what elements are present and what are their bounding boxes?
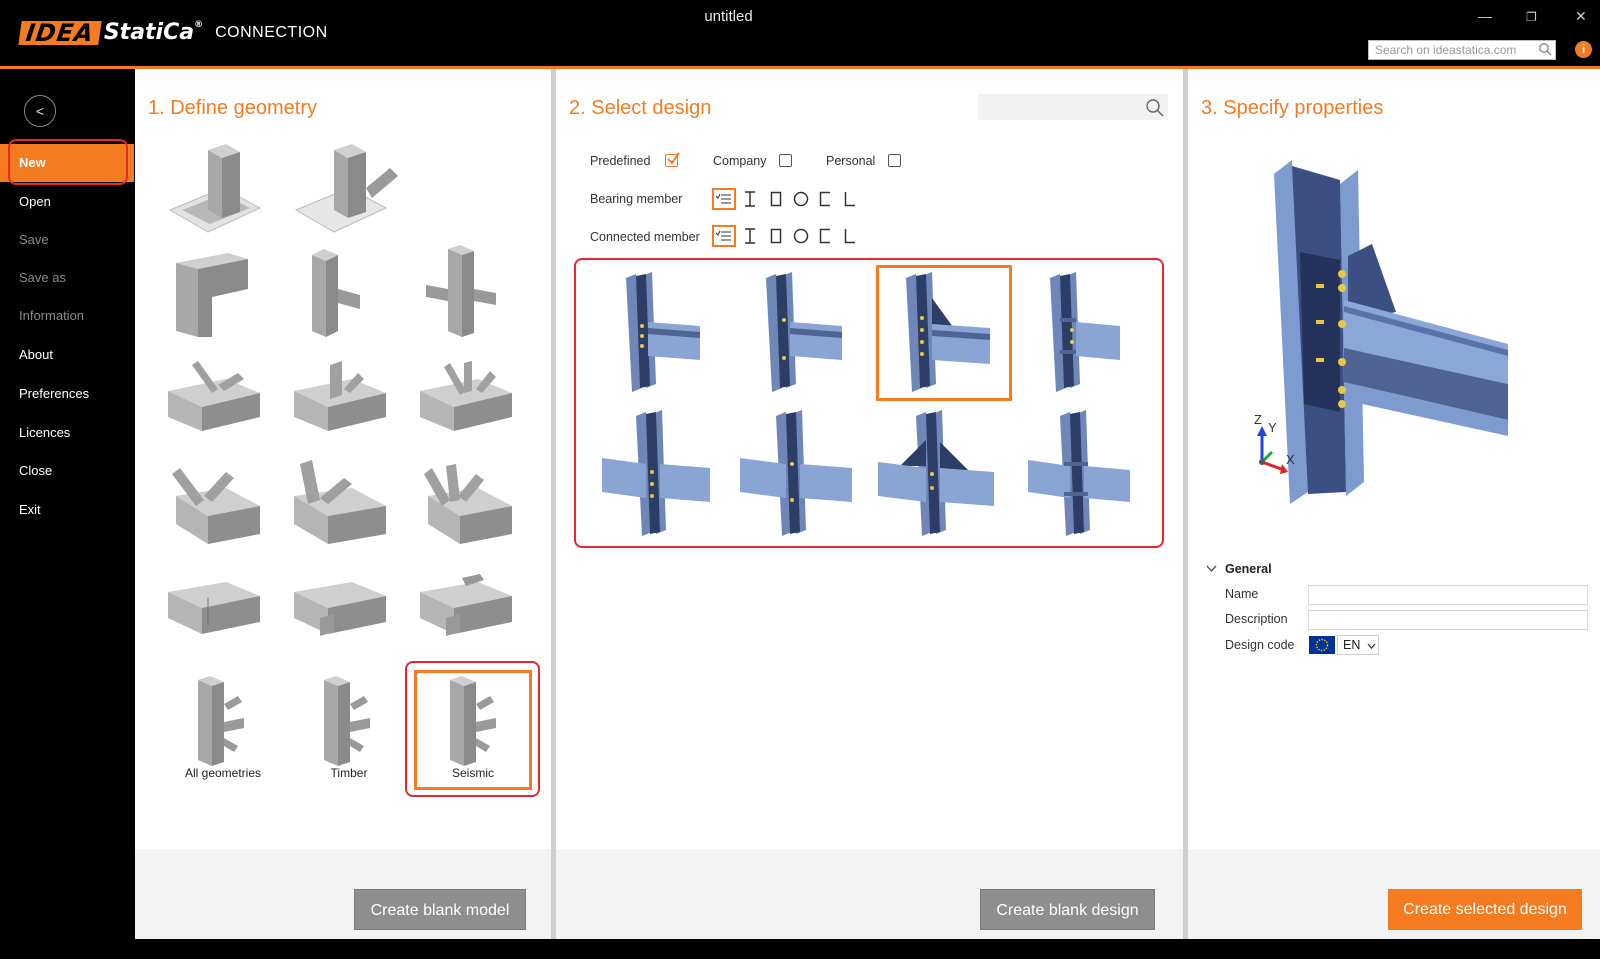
- geometry-truss-3[interactable]: [420, 355, 530, 455]
- minimize-icon[interactable]: —: [1478, 8, 1492, 24]
- bearing-circular-hollow-icon[interactable]: [791, 189, 811, 209]
- checkmark-icon: [667, 152, 680, 165]
- geometry-base-plate-brace[interactable]: [294, 140, 404, 240]
- geometry-label-timber[interactable]: Timber: [287, 766, 411, 780]
- sidebar-item-save-as[interactable]: Save as: [0, 259, 134, 297]
- geometry-all-thumbnail[interactable]: [168, 674, 278, 774]
- bearing-rectangular-hollow-icon[interactable]: [766, 189, 786, 209]
- create-blank-design-button[interactable]: Create blank design: [980, 889, 1155, 930]
- chevron-down-icon[interactable]: [1206, 565, 1217, 573]
- geometry-t-joint[interactable]: [294, 245, 404, 345]
- geometry-beam-cross[interactable]: [420, 570, 530, 670]
- highlight-seismic: [405, 661, 540, 797]
- connected-member-label: Connected member: [590, 230, 700, 244]
- option-predefined-checkbox[interactable]: [665, 152, 680, 167]
- geometry-label-all[interactable]: All geometries: [161, 766, 285, 780]
- bearing-i-section-icon[interactable]: [740, 189, 760, 209]
- highlight-new: [8, 139, 128, 185]
- geometry-chord-3[interactable]: [420, 460, 530, 560]
- sidebar-item-close[interactable]: Close: [0, 452, 134, 490]
- connected-i-section-icon[interactable]: [740, 226, 760, 246]
- close-window-icon[interactable]: ✕: [1575, 8, 1587, 25]
- geometry-chord-1[interactable]: [168, 460, 278, 560]
- sidebar-item-save[interactable]: Save: [0, 221, 134, 259]
- create-blank-model-button[interactable]: Create blank model: [354, 889, 526, 930]
- search-icon[interactable]: [1538, 42, 1552, 56]
- geometry-truss-1[interactable]: [168, 355, 278, 455]
- design-code-select[interactable]: EN: [1337, 635, 1379, 655]
- design-search-icon[interactable]: [1145, 98, 1164, 117]
- design-title: 2. Select design: [569, 97, 712, 119]
- select-chevron-icon: [1367, 643, 1376, 649]
- info-icon[interactable]: i: [1575, 41, 1592, 58]
- option-personal-label: Personal: [826, 154, 876, 168]
- connected-list-filter-icon[interactable]: [712, 225, 736, 247]
- bearing-member-label: Bearing member: [590, 192, 683, 206]
- design-code-value: EN: [1343, 638, 1361, 652]
- name-input[interactable]: [1308, 585, 1588, 605]
- design-code-label: Design code: [1225, 638, 1295, 652]
- window-title: untitled: [704, 8, 753, 25]
- sidebar-item-open[interactable]: Open: [0, 183, 134, 221]
- name-label: Name: [1225, 587, 1259, 601]
- geometry-base-plate-column[interactable]: [168, 140, 278, 240]
- highlight-designs: [574, 258, 1164, 548]
- design-search-input[interactable]: [978, 94, 1168, 120]
- connection-preview-3d[interactable]: [1240, 152, 1530, 508]
- geometry-splice[interactable]: [168, 570, 278, 670]
- sidebar: < New Open Save Save as Information Abou…: [0, 69, 134, 959]
- description-input[interactable]: [1308, 610, 1588, 630]
- axis-y-label: Y: [1268, 420, 1277, 435]
- connected-channel-section-icon[interactable]: [815, 226, 835, 246]
- option-personal-checkbox[interactable]: [888, 154, 901, 167]
- axis-x-label: X: [1286, 452, 1295, 467]
- bearing-angle-section-icon[interactable]: [840, 189, 860, 209]
- product-name: CONNECTION: [215, 23, 328, 41]
- title-bar: IDEA StatiCa® CONNECTION untitled — ❐ ✕ …: [0, 0, 1600, 67]
- sidebar-item-information[interactable]: Information: [0, 297, 134, 335]
- back-button[interactable]: <: [24, 95, 56, 127]
- bearing-channel-section-icon[interactable]: [815, 189, 835, 209]
- geometry-timber-thumbnail[interactable]: [294, 674, 404, 774]
- sidebar-item-licences[interactable]: Licences: [0, 414, 134, 452]
- sidebar-item-about[interactable]: About: [0, 336, 134, 374]
- axis-z-label: Z: [1254, 412, 1262, 427]
- option-predefined-label: Predefined: [590, 154, 651, 168]
- web-search-input[interactable]: Search on ideastatica.com: [1368, 40, 1556, 60]
- option-company-label: Company: [713, 154, 767, 168]
- geometry-truss-2[interactable]: [294, 355, 404, 455]
- general-section-header[interactable]: General: [1225, 562, 1272, 576]
- connected-rectangular-hollow-icon[interactable]: [766, 226, 786, 246]
- geometry-knee[interactable]: [168, 245, 278, 345]
- description-label: Description: [1225, 612, 1288, 626]
- restore-icon[interactable]: ❐: [1526, 10, 1537, 24]
- properties-title: 3. Specify properties: [1201, 97, 1384, 119]
- connected-angle-section-icon[interactable]: [840, 226, 860, 246]
- sidebar-item-preferences[interactable]: Preferences: [0, 375, 134, 413]
- geometry-title: 1. Define geometry: [148, 97, 317, 119]
- create-selected-design-button[interactable]: Create selected design: [1388, 889, 1582, 930]
- geometry-chord-2[interactable]: [294, 460, 404, 560]
- connected-circular-hollow-icon[interactable]: [791, 226, 811, 246]
- sidebar-item-exit[interactable]: Exit: [0, 491, 134, 529]
- geometry-beam-stub[interactable]: [294, 570, 404, 670]
- bearing-list-filter-icon[interactable]: [712, 188, 736, 210]
- geometry-cross[interactable]: [420, 245, 530, 345]
- option-company-checkbox[interactable]: [779, 154, 792, 167]
- eu-flag-icon: [1309, 636, 1335, 654]
